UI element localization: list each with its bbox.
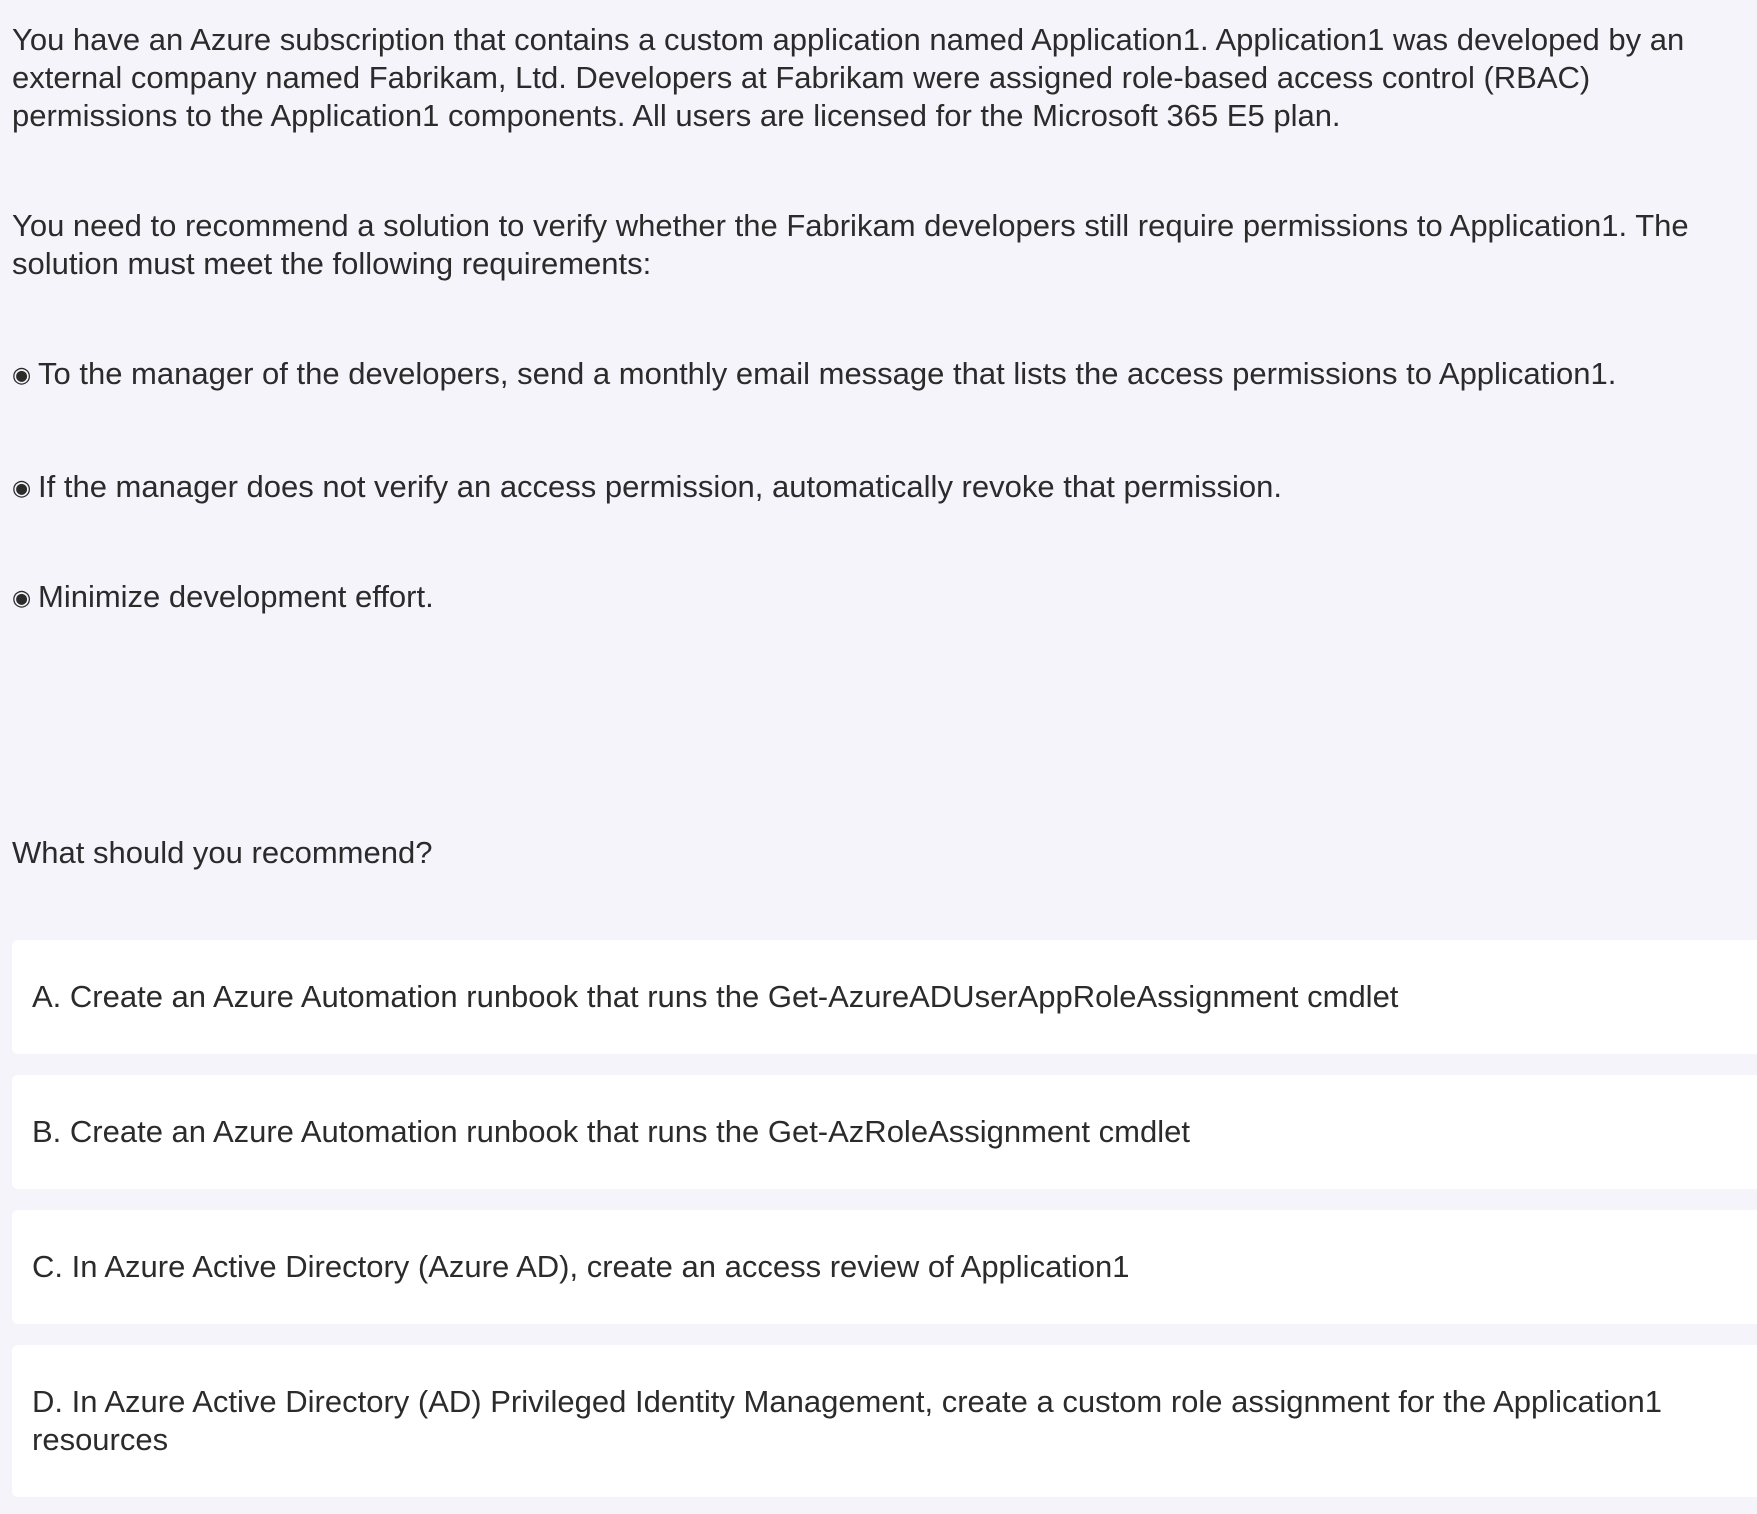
answer-option-d[interactable]: D. In Azure Active Directory (AD) Privil… (12, 1345, 1757, 1497)
answer-option-text: A. Create an Azure Automation runbook th… (32, 979, 1399, 1014)
answer-option-b[interactable]: B. Create an Azure Automation runbook th… (12, 1075, 1757, 1189)
answer-options: A. Create an Azure Automation runbook th… (12, 940, 1757, 1497)
question-body: You have an Azure subscription that cont… (12, 21, 1732, 617)
answer-option-text: D. In Azure Active Directory (AD) Privil… (32, 1384, 1662, 1457)
requirement-item: ◉ To the manager of the developers, send … (12, 355, 1732, 394)
radio-bullet-icon: ◉ (12, 585, 32, 610)
requirement-item: ◉ If the manager does not verify an acces… (12, 468, 1732, 507)
requirement-text: To the manager of the developers, send a… (38, 356, 1617, 391)
radio-bullet-icon: ◉ (12, 475, 32, 500)
requirement-text: If the manager does not verify an access… (38, 469, 1283, 504)
radio-bullet-icon: ◉ (12, 362, 32, 387)
answer-option-text: C. In Azure Active Directory (Azure AD),… (32, 1249, 1130, 1284)
requirement-intro-paragraph: You need to recommend a solution to veri… (12, 208, 1689, 281)
scenario-paragraph: You have an Azure subscription that cont… (12, 22, 1685, 133)
requirement-text: Minimize development effort. (38, 579, 434, 614)
requirement-item: ◉ Minimize development effort. (12, 578, 1732, 617)
answer-option-c[interactable]: C. In Azure Active Directory (Azure AD),… (12, 1210, 1757, 1324)
answer-option-text: B. Create an Azure Automation runbook th… (32, 1114, 1190, 1149)
answer-option-a[interactable]: A. Create an Azure Automation runbook th… (12, 940, 1757, 1054)
question-prompt: What should you recommend? (12, 835, 433, 870)
